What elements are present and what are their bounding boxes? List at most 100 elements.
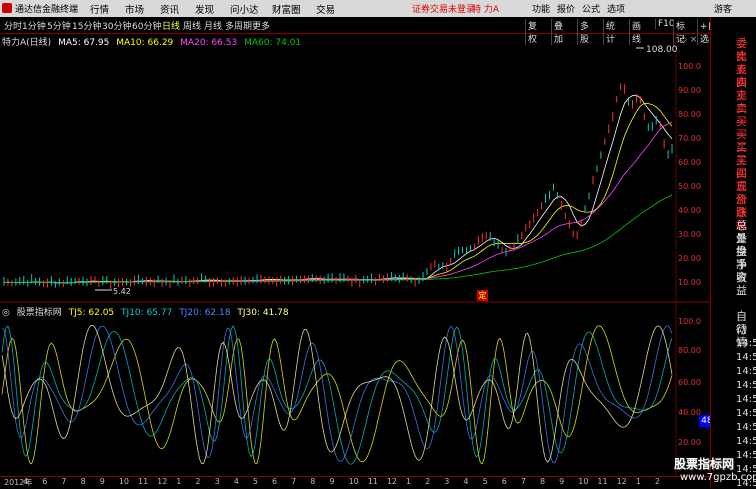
title-bar: 通达信金融终端 行情 市场 资讯 发现 问小达 财富圈 交易 证券交易未登录 特… [0, 0, 756, 18]
menu-item-market[interactable]: 市场 [125, 2, 144, 16]
ma10-value: MA10: 66.29 [116, 38, 174, 48]
ma-line [3, 122, 673, 283]
date-tick: 1 [406, 477, 412, 486]
period-tab[interactable]: 1分钟 [22, 19, 46, 32]
candlesticks [3, 83, 673, 289]
date-tick: 6 [272, 477, 278, 486]
tick-time: 14:56 [736, 422, 756, 433]
quote-panel: L 委比 卖五 卖四 卖三 卖二 卖一 买一 买二 买三 买四 买五 现价 涨跌 涨幅 总量 外盘 换手 净资 收益… [710, 17, 756, 489]
chart-area[interactable]: 108.00 5.42 [0, 34, 710, 476]
tj10-value: TJ10: 65.77 [121, 308, 173, 318]
tick-time: 14:56 [736, 352, 756, 363]
price-axis-label: 70.00 [678, 134, 701, 143]
menu-item-quotes[interactable]: 行情 [90, 2, 109, 16]
menu-item-discover[interactable]: 发现 [195, 2, 214, 16]
ding-mark[interactable]: 定 [477, 290, 488, 301]
watermark-title: 股票指标网 [674, 457, 735, 471]
period-tab[interactable]: 周线 [183, 19, 201, 32]
date-tick: 9 [329, 477, 335, 486]
indicator-line [1, 324, 673, 465]
price-axis-label: 80.00 [678, 110, 701, 119]
date-tick: 6 [501, 477, 507, 486]
login-warning[interactable]: 证券交易未登录 [412, 2, 475, 15]
period-tab[interactable]: 月线 [204, 19, 222, 32]
period-tab[interactable]: 5分钟 [47, 19, 71, 32]
date-tick: 4 [233, 477, 239, 486]
indicator-lines [1, 324, 673, 465]
date-tick: 7 [520, 477, 526, 486]
menu-quote[interactable]: 报价 [557, 2, 575, 15]
kline-title: 特力A(日线) [2, 38, 52, 48]
indicator-name: 股票指标网 [16, 308, 62, 318]
guest-label[interactable]: 游客 [714, 2, 732, 15]
date-tick: 10 [118, 477, 130, 486]
indicator-axis-label: 20.00 [678, 438, 701, 447]
period-tab[interactable]: 15分钟 [72, 19, 101, 32]
date-tick: 12 [386, 477, 398, 486]
period-tab[interactable]: 多周期 [225, 19, 252, 32]
menu-formula[interactable]: 公式 [582, 2, 600, 15]
indicator-axis-label: 80.00 [678, 346, 701, 355]
ma-lines [3, 94, 673, 284]
date-tick: 3 [444, 477, 450, 486]
low-label: 5.42 [113, 287, 131, 296]
app-logo-icon [2, 3, 12, 13]
date-axis: 2012年 4 6 7 8 9 10 11 12 1 2 3 4 5 6 7 8 9 10 11 12 1 2 3 4 5 6 7 8 9… [0, 476, 710, 488]
period-tab-active[interactable]: 日线 [162, 19, 180, 32]
date-tick: 11 [367, 477, 378, 486]
date-tick: 11 [138, 477, 149, 486]
period-tab[interactable]: 60分钟 [132, 19, 161, 32]
indicator-axis-label: 100.0 [678, 317, 701, 326]
price-axis-label: 40.00 [678, 206, 701, 215]
menu-item-news[interactable]: 资讯 [160, 2, 179, 16]
high-label: 108.00 [646, 45, 678, 55]
chart-controls-icon[interactable]: ◇ × [680, 35, 697, 45]
period-tab[interactable]: 分时 [4, 19, 22, 32]
date-tick: 10 [578, 477, 589, 486]
ma20-value: MA20: 66.53 [180, 38, 238, 48]
menu-item-ask[interactable]: 问小达 [230, 2, 259, 16]
price-axis-label: 60.00 [678, 158, 701, 167]
tick-time: 14:56 [736, 338, 756, 349]
tick-time: 14:56 [736, 408, 756, 419]
price-axis-label: 20.00 [678, 254, 701, 263]
date-tick: 2 [195, 477, 201, 486]
date-tick: 1 [176, 477, 182, 486]
tj30-value: TJ30: 41.78 [237, 308, 289, 318]
date-tick: 2 [654, 477, 660, 486]
date-tick: 12 [616, 477, 627, 486]
app-title: 通达信金融终端 [15, 5, 79, 15]
indicator-icon: ◎ [2, 308, 10, 318]
price-axis-label: 30.00 [678, 230, 701, 239]
date-tick: 8 [80, 477, 86, 486]
price-axis-label: 90.00 [678, 86, 701, 95]
menu-options[interactable]: 选项 [607, 2, 625, 15]
indicator-axis-label: 40.00 [678, 408, 701, 417]
tick-time: 14:56 [736, 394, 756, 405]
period-tab[interactable]: 30分钟 [102, 19, 131, 32]
menu-item-wealth[interactable]: 财富圈 [272, 2, 301, 16]
date-tick: 5 [252, 477, 258, 486]
ma-line [3, 94, 673, 284]
date-tick: 3 [214, 477, 220, 486]
ma-line [3, 194, 673, 283]
date-tick: 7 [61, 477, 67, 486]
date-tick: 9 [559, 477, 565, 486]
date-tick: 9 [99, 477, 105, 486]
stock-name: 特 力A [472, 5, 500, 15]
price-axis-label: 100.0 [678, 62, 701, 71]
price-axis-label: 50.00 [678, 182, 701, 191]
ma60-value: MA60: 74.01 [244, 38, 302, 48]
date-tick: 4 [463, 477, 469, 486]
period-tab-more[interactable]: 更多 [252, 19, 270, 32]
watermark-url: www.7gpzb.com [680, 472, 756, 483]
date-tick: 5 [482, 477, 488, 486]
menu-item-trade[interactable]: 交易 [316, 2, 335, 16]
menu-function[interactable]: 功能 [532, 2, 550, 15]
date-tick: 8 [540, 477, 546, 486]
indicator-info: ◎ 股票指标网 TJ5: 62.05 TJ10: 65.77 TJ20: 62.… [2, 305, 293, 318]
tj20-value: TJ20: 62.18 [179, 308, 231, 318]
tick-time: 14:56 [736, 436, 756, 447]
date-tick: 12 [157, 477, 168, 486]
watermark: 股票指标网 www.7gpzb.com [672, 455, 756, 487]
